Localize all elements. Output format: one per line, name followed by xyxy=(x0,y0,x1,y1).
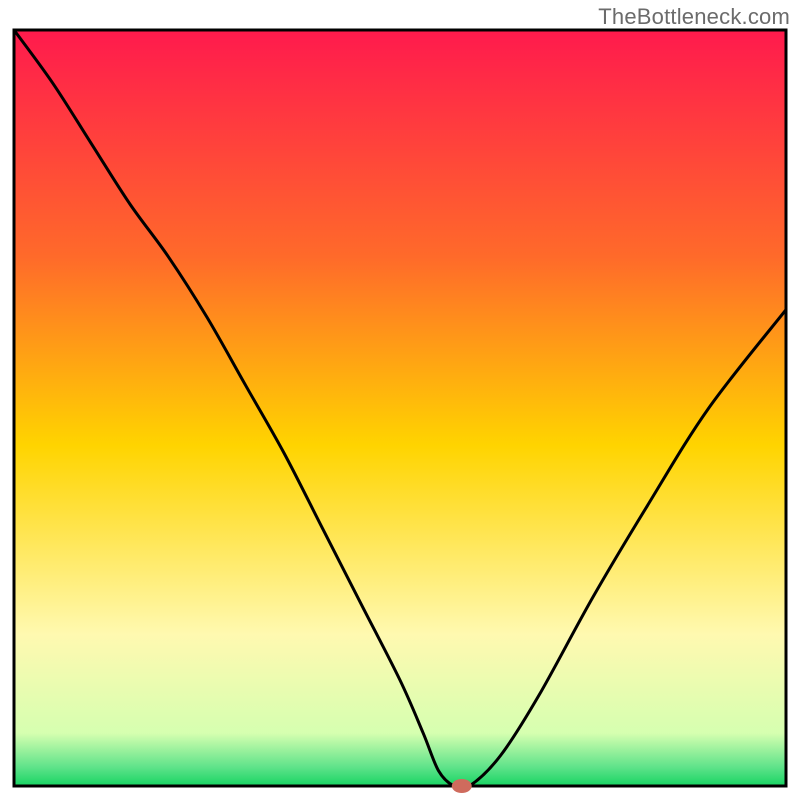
bottleneck-chart xyxy=(0,0,800,800)
gradient-background xyxy=(14,30,786,786)
optimum-marker xyxy=(452,779,472,793)
watermark-text: TheBottleneck.com xyxy=(598,4,790,30)
